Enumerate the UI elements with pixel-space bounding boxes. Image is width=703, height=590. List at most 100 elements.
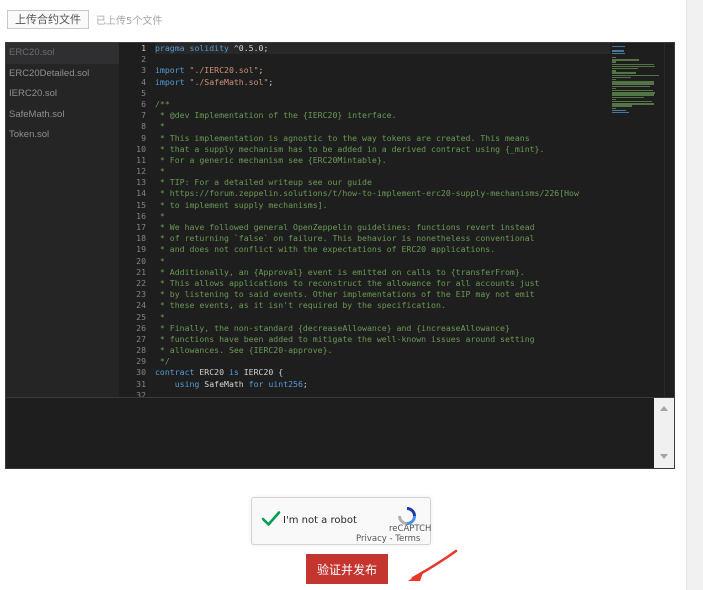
minimap-line (612, 92, 655, 94)
recaptcha-logo-icon (398, 507, 416, 525)
minimap-line (612, 112, 630, 114)
minimap-line (612, 50, 625, 52)
minimap-line (612, 72, 637, 74)
line-number: 9 (141, 132, 146, 143)
code-line: /** (155, 98, 170, 109)
recaptcha-label: I'm not a robot (283, 515, 357, 526)
line-number: 28 (136, 345, 146, 356)
line-number: 16 (136, 210, 146, 221)
recaptcha-widget[interactable]: I'm not a robot reCAPTCH Privacy - Terms (251, 497, 431, 545)
code-line: * to implement supply mechanisms]. (155, 199, 328, 210)
minimap-line (612, 101, 652, 103)
code-line: pragma solidity ^0.5.0; (155, 43, 610, 55)
file-item-safemath[interactable]: SafeMath.sol (6, 105, 119, 126)
code-line: * (155, 166, 165, 177)
upload-row: 上传合约文件 已上传5个文件 (7, 9, 162, 29)
code-line: * We have followed general OpenZeppelin … (155, 222, 535, 232)
line-number: 3 (141, 65, 146, 76)
line-number: 11 (136, 154, 146, 165)
minimap-line (612, 65, 656, 68)
code-minimap[interactable] (610, 43, 664, 397)
minimap-line (612, 68, 638, 70)
line-number: 13 (136, 177, 146, 188)
code-line: * @dev Implementation of the {IERC20} in… (155, 110, 397, 121)
line-number: 2 (141, 54, 146, 65)
line-number: 26 (136, 322, 146, 333)
line-number: 14 (136, 188, 146, 199)
code-line: using SafeMath for uint256; (174, 378, 308, 389)
verify-publish-button[interactable]: 验证并发布 (306, 554, 388, 584)
code-line: * that a supply mechanism has to be adde… (155, 143, 545, 154)
minimap-line (612, 109, 627, 112)
code-line: * of returning `false` on failure. This … (155, 233, 535, 244)
minimap-line (612, 103, 655, 105)
minimap-line (612, 83, 655, 85)
line-number: 19 (136, 244, 146, 255)
file-item-erc20detailed[interactable]: ERC20Detailed.sol (6, 64, 119, 85)
code-line: * (155, 311, 165, 322)
line-number: 21 (136, 266, 146, 277)
minimap-line (612, 63, 654, 65)
minimap-line (612, 59, 639, 61)
line-number: 1 (141, 43, 146, 53)
line-number: 27 (136, 333, 146, 344)
annotation-arrow-icon (408, 549, 458, 581)
minimap-line (612, 98, 616, 101)
code-line: */ (155, 356, 170, 367)
recaptcha-brand: reCAPTCH (389, 524, 432, 534)
code-area[interactable]: pragma solidity ^0.5.0; import "./IERC20.… (155, 43, 610, 397)
page-scrollbar[interactable] (686, 0, 703, 590)
page: 上传合约文件 已上传5个文件 ERC20.sol ERC20Detailed.s… (0, 0, 686, 590)
minimap-line (612, 107, 616, 109)
line-number: 8 (141, 121, 146, 132)
code-line: * This implementation is agnostic to the… (155, 132, 530, 143)
minimap-line (612, 79, 616, 81)
minimap-line (612, 57, 616, 59)
upload-contract-button[interactable]: 上传合约文件 (7, 9, 89, 29)
line-number: 4 (141, 76, 146, 87)
line-number: 5 (141, 87, 146, 98)
minimap-line (612, 70, 616, 72)
line-number: 10 (136, 143, 146, 154)
code-line: * allowances. See {IERC20-approve}. (155, 345, 333, 356)
code-line: import "./IERC20.sol"; (155, 65, 264, 76)
file-item-ierc20[interactable]: IERC20.sol (6, 84, 119, 105)
recaptcha-links: Privacy - Terms (356, 534, 420, 544)
file-item-token[interactable]: Token.sol (6, 125, 119, 146)
minimap-line (612, 46, 625, 48)
line-number-gutter: 1 2 3 4 5 6 7 8 9 10 11 12 13 14 15 16 17 18 19 20 21 22 23 24 2… (119, 43, 149, 397)
line-number: 12 (136, 166, 146, 177)
scroll-up-icon[interactable] (660, 406, 668, 411)
editor-scrollbar[interactable] (664, 43, 674, 397)
file-item-erc20[interactable]: ERC20.sol (6, 43, 119, 64)
minimap-line (612, 90, 654, 92)
minimap-line (612, 87, 616, 90)
minimap-line (612, 74, 660, 76)
code-line: * (155, 255, 165, 266)
scroll-down-icon[interactable] (660, 454, 668, 459)
code-line: * This allows applications to reconstruc… (155, 277, 540, 288)
code-line: * TIP: For a detailed writeup see our gu… (155, 177, 372, 188)
recaptcha-link-separator: - (386, 534, 396, 544)
line-number: 17 (136, 222, 146, 232)
line-number: 23 (136, 289, 146, 300)
line-number: 20 (136, 255, 146, 266)
recaptcha-terms-link[interactable]: Terms (395, 534, 420, 544)
minimap-line (612, 96, 645, 98)
code-editor: ERC20.sol ERC20Detailed.sol IERC20.sol S… (5, 42, 675, 398)
line-number: 15 (136, 199, 146, 210)
minimap-line (612, 81, 655, 83)
minimap-line (612, 94, 655, 96)
checkmark-icon[interactable] (261, 509, 281, 529)
recaptcha-privacy-link[interactable]: Privacy (356, 534, 387, 544)
line-number: 32 (136, 389, 146, 398)
output-scrollbar[interactable] (654, 398, 674, 468)
line-number: 29 (136, 356, 146, 367)
line-number: 22 (136, 277, 146, 288)
code-line: * (155, 210, 165, 221)
code-line: * https://forum.zeppelin.solutions/t/how… (155, 188, 579, 199)
minimap-line (612, 52, 626, 54)
